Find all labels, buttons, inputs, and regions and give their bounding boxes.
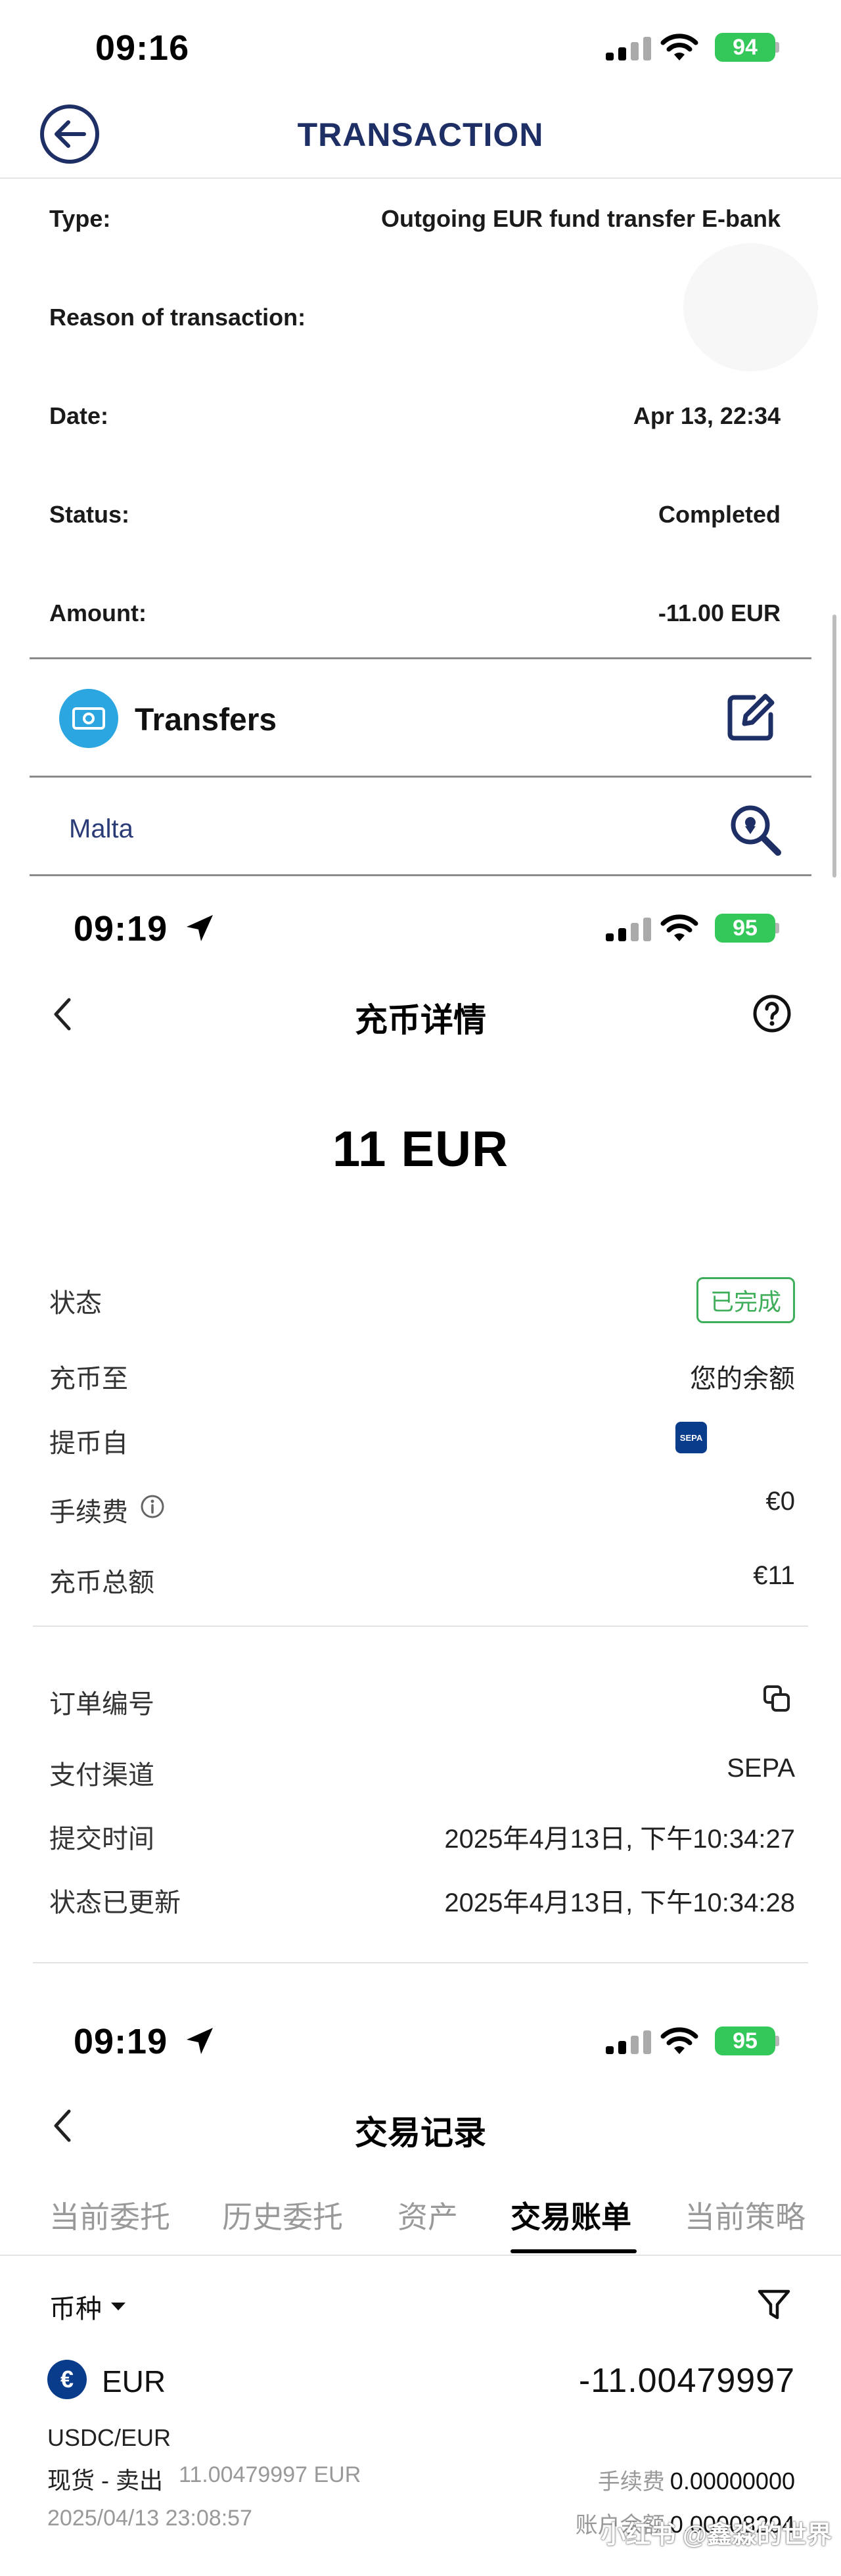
- page-title: 交易记录: [355, 2115, 486, 2151]
- total-label: 充币总额: [49, 1568, 154, 1597]
- record-fee-value: 0.00000000: [670, 2468, 795, 2494]
- tab-order-history[interactable]: 历史委托: [222, 2193, 343, 2237]
- status-time: 09:19: [74, 2022, 168, 2061]
- date-value: Apr 13, 22:34: [633, 402, 781, 429]
- record-side: 现货 - 卖出: [47, 2467, 163, 2494]
- filter-icon[interactable]: [756, 2286, 792, 2323]
- submit-time-value: 2025年4月13日, 下午10:34:27: [444, 1825, 795, 1854]
- record-fee: 手续费 0.00000000: [598, 2464, 795, 2496]
- signal-icon: [606, 34, 651, 60]
- signal-icon: [606, 2028, 651, 2054]
- tab-transaction-bills[interactable]: 交易账单: [511, 2193, 631, 2237]
- transfers-row[interactable]: Transfers: [30, 659, 811, 776]
- status-updated-label: 状态已更新: [49, 1888, 181, 1917]
- battery-indicator: 95: [715, 2026, 779, 2055]
- location-arrow-icon: [187, 915, 213, 941]
- location-label: Malta: [69, 814, 133, 843]
- status-time: 09:19: [74, 909, 168, 948]
- completed-badge: 已完成: [696, 1277, 795, 1323]
- reason-value-placeholder: [683, 243, 818, 371]
- currency-filter-label: 币种: [49, 2295, 102, 2324]
- type-value: Outgoing EUR fund transfer E-bank: [381, 205, 781, 232]
- total-value: €11: [753, 1561, 795, 1590]
- transfers-label: Transfers: [135, 703, 277, 738]
- record-pair: USDC/EUR: [47, 2424, 171, 2451]
- deposit-to-label: 充币至: [49, 1365, 128, 1393]
- signal-icon: [606, 915, 651, 941]
- money-icon: [59, 689, 118, 748]
- search-location-icon[interactable]: [728, 803, 783, 858]
- battery-indicator: 94: [715, 33, 779, 62]
- wifi-icon: [660, 914, 698, 941]
- battery-level: 94: [715, 33, 775, 62]
- record-qty: 11.00479997 EUR: [179, 2462, 361, 2487]
- copy-icon[interactable]: [762, 1684, 792, 1714]
- watermark: 小红书 @鑫淼的世界: [601, 2521, 832, 2549]
- submit-time-label: 提交时间: [49, 1825, 154, 1854]
- amount-label: Amount:: [49, 599, 147, 626]
- record-datetime: 2025/04/13 23:08:57: [47, 2506, 252, 2531]
- order-number-label: 订单编号: [49, 1690, 154, 1719]
- wifi-icon: [660, 34, 698, 60]
- tab-assets[interactable]: 资产: [398, 2193, 458, 2237]
- location-row[interactable]: Malta: [30, 778, 811, 874]
- currency-filter[interactable]: 币种: [49, 2287, 127, 2326]
- page-title: TRANSACTION: [297, 116, 544, 153]
- state-label: 状态: [49, 1289, 102, 1318]
- caret-down-icon: [111, 2303, 125, 2310]
- active-tab-indicator: [511, 2249, 637, 2253]
- reason-label: Reason of transaction:: [49, 304, 306, 331]
- status-value: Completed: [658, 501, 781, 528]
- deposit-to-value: 您的余额: [690, 1365, 795, 1393]
- withdraw-from-label: 提币自: [49, 1429, 128, 1458]
- tab-current-strategies[interactable]: 当前策略: [685, 2193, 806, 2237]
- battery-level: 95: [715, 914, 775, 943]
- tab-open-orders[interactable]: 当前委托: [49, 2193, 170, 2237]
- scrollbar[interactable]: [832, 615, 836, 878]
- info-icon[interactable]: [139, 1493, 166, 1520]
- type-label: Type:: [49, 205, 111, 232]
- record-fee-label: 手续费: [597, 2470, 665, 2494]
- fee-value: €0: [765, 1487, 796, 1516]
- battery-level: 95: [715, 2026, 775, 2055]
- record-amount: -11.00479997: [578, 2362, 795, 2400]
- date-label: Date:: [49, 402, 109, 429]
- help-icon[interactable]: [752, 994, 792, 1033]
- payment-channel-label: 支付渠道: [49, 1761, 154, 1790]
- status-label: Status:: [49, 501, 130, 528]
- edit-icon[interactable]: [725, 691, 777, 743]
- status-time: 09:16: [95, 28, 190, 68]
- fee-label: 手续费: [49, 1498, 128, 1527]
- page-title: 充币详情: [355, 1002, 486, 1039]
- record-currency: EUR: [102, 2364, 166, 2399]
- deposit-amount: 11 EUR: [332, 1121, 509, 1177]
- wifi-icon: [660, 2027, 698, 2054]
- euro-icon: €: [47, 2360, 87, 2399]
- battery-indicator: 95: [715, 914, 779, 943]
- payment-channel-value: SEPA: [727, 1754, 795, 1783]
- sepa-logo: SEPA: [675, 1422, 707, 1453]
- amount-value: -11.00 EUR: [658, 599, 781, 626]
- location-arrow-icon: [187, 2028, 213, 2054]
- status-updated-value: 2025年4月13日, 下午10:34:28: [444, 1888, 795, 1917]
